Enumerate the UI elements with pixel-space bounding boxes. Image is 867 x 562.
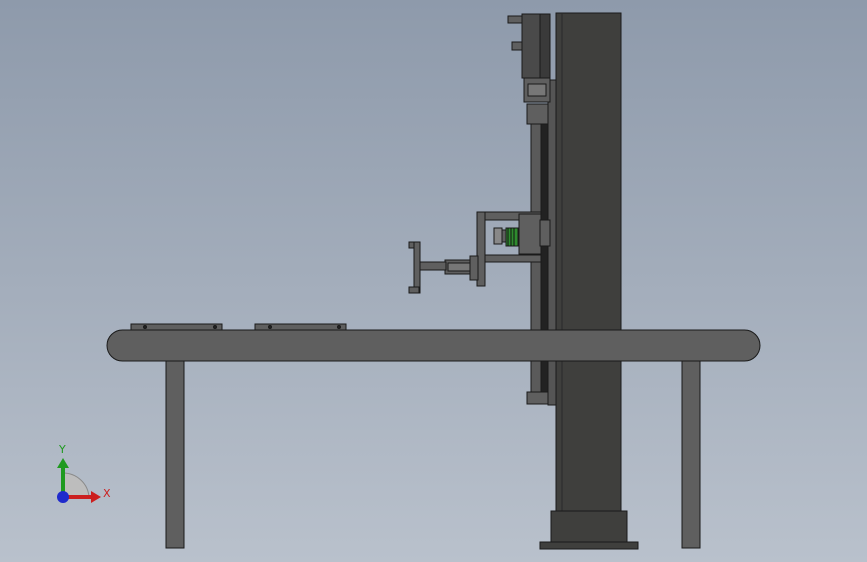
end-effector[interactable] (408, 241, 447, 294)
conveyor-leg-right[interactable] (681, 360, 701, 549)
workpiece-1[interactable] (130, 323, 223, 331)
z-axis-dot (57, 491, 69, 503)
workpiece-2[interactable] (254, 323, 347, 331)
y-axis-label: Y (59, 443, 66, 456)
graphics-viewport[interactable]: Y X (0, 0, 867, 562)
x-axis-arrow-head (91, 491, 101, 503)
servo-motor[interactable] (507, 13, 551, 103)
model-view[interactable] (0, 0, 867, 562)
x-axis-label: X (103, 487, 111, 500)
axis-triad (57, 458, 101, 503)
conveyor-leg-left[interactable] (165, 360, 185, 549)
conveyor-belt[interactable] (106, 329, 761, 362)
y-axis-arrow-head (57, 458, 69, 468)
